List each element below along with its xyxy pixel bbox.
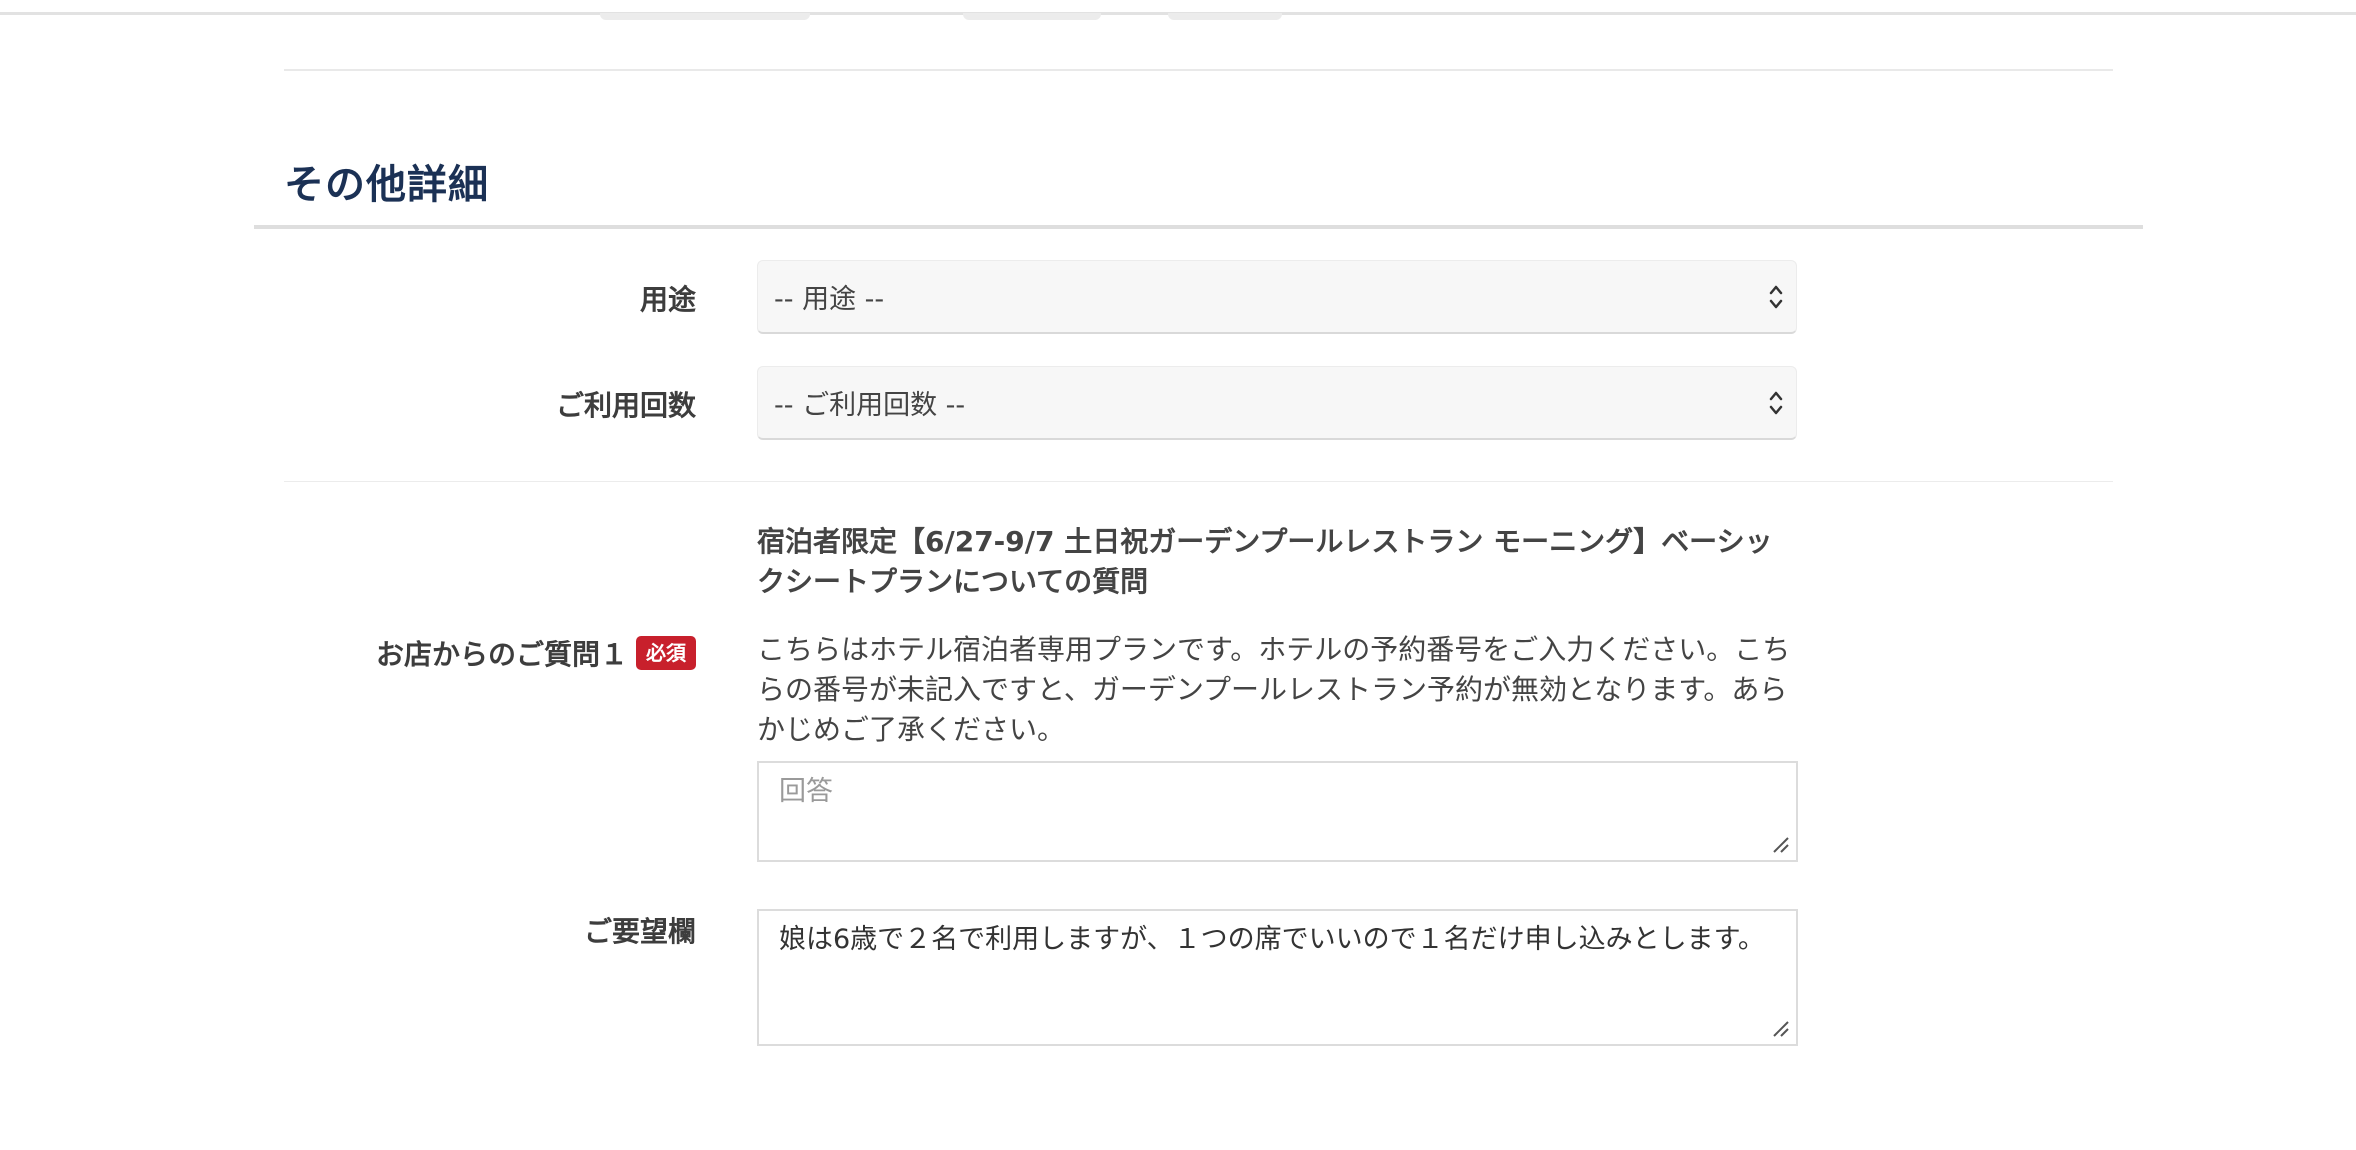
- section-title: その他詳細: [284, 162, 489, 208]
- question1-answer-placeholder: 回答: [779, 776, 833, 807]
- question1-answer-textarea[interactable]: 回答: [757, 761, 1798, 862]
- request-label: ご要望欄: [583, 915, 696, 948]
- usage-label: 用途: [639, 283, 696, 316]
- visit-count-label: ご利用回数: [555, 389, 696, 422]
- select-arrows-icon: [1769, 391, 1783, 414]
- required-badge: 必須: [636, 636, 696, 670]
- request-textarea[interactable]: 娘は6歳で２名で利用しますが、１つの席でいいので１名だけ申し込みとします。: [757, 909, 1798, 1046]
- visit-count-selected-value: -- ご利用回数 --: [774, 390, 966, 421]
- question1-title: 宿泊者限定【6/27-9/7 土日祝ガーデンプールレストラン モーニング】ベーシ…: [757, 525, 1773, 598]
- usage-selected-value: -- 用途 --: [774, 284, 885, 315]
- resize-handle-icon[interactable]: [1772, 836, 1790, 854]
- tab-stub: [1168, 13, 1282, 20]
- visit-count-select[interactable]: -- ご利用回数 --: [757, 366, 1797, 440]
- resize-handle-icon[interactable]: [1772, 1020, 1790, 1038]
- section-divider: [284, 69, 2113, 71]
- question1-description: こちらはホテル宿泊者専用プランです。ホテルの予約番号をご入力ください。こちらの番…: [757, 633, 1791, 746]
- tab-stub: [600, 13, 810, 20]
- question1-label: お店からのご質問１: [375, 638, 628, 671]
- question1-label-row: お店からのご質問１ 必須: [376, 633, 696, 673]
- section-title-underline: [254, 225, 2143, 229]
- select-arrows-icon: [1769, 285, 1783, 308]
- request-text: 娘は6歳で２名で利用しますが、１つの席でいいので１名だけ申し込みとします。: [779, 924, 1765, 955]
- usage-select[interactable]: -- 用途 --: [757, 260, 1797, 334]
- tab-stub: [963, 13, 1101, 20]
- field-group-divider: [284, 481, 2113, 482]
